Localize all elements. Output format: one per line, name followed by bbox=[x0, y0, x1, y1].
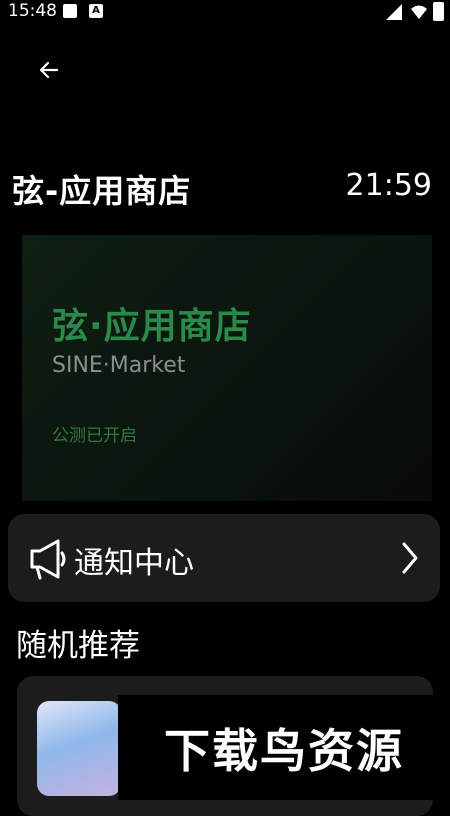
wifi-icon bbox=[411, 5, 427, 19]
watermark-text: 下载鸟资源 bbox=[164, 723, 404, 778]
banner-title: 弦·应用商店 bbox=[52, 306, 252, 347]
arrow-left-icon bbox=[39, 61, 59, 79]
notification-center-label: 通知中心 bbox=[74, 546, 194, 581]
back-button[interactable] bbox=[33, 54, 65, 86]
app-thumbnail bbox=[37, 701, 121, 796]
status-bar: 15:48 A bbox=[0, 0, 450, 24]
banner-subtitle: SINE·Market bbox=[52, 353, 186, 378]
clock-text: 21:59 bbox=[345, 168, 432, 203]
banner-note: 公测已开启 bbox=[52, 426, 137, 446]
notification-center-button[interactable]: 通知中心 bbox=[8, 514, 440, 602]
notification-icon bbox=[63, 4, 77, 18]
signal-icon bbox=[386, 4, 402, 20]
megaphone-icon bbox=[30, 539, 66, 580]
section-title-recommend: 随机推荐 bbox=[16, 628, 140, 664]
promo-banner[interactable]: 弦·应用商店 SINE·Market 公测已开启 bbox=[22, 235, 432, 501]
status-time: 15:48 bbox=[8, 1, 57, 21]
notification-a-icon: A bbox=[89, 4, 103, 18]
watermark: 下载鸟资源 bbox=[118, 695, 450, 800]
page-title: 弦-应用商店 bbox=[12, 172, 192, 210]
battery-icon bbox=[433, 2, 444, 21]
chevron-right-icon bbox=[402, 542, 418, 574]
